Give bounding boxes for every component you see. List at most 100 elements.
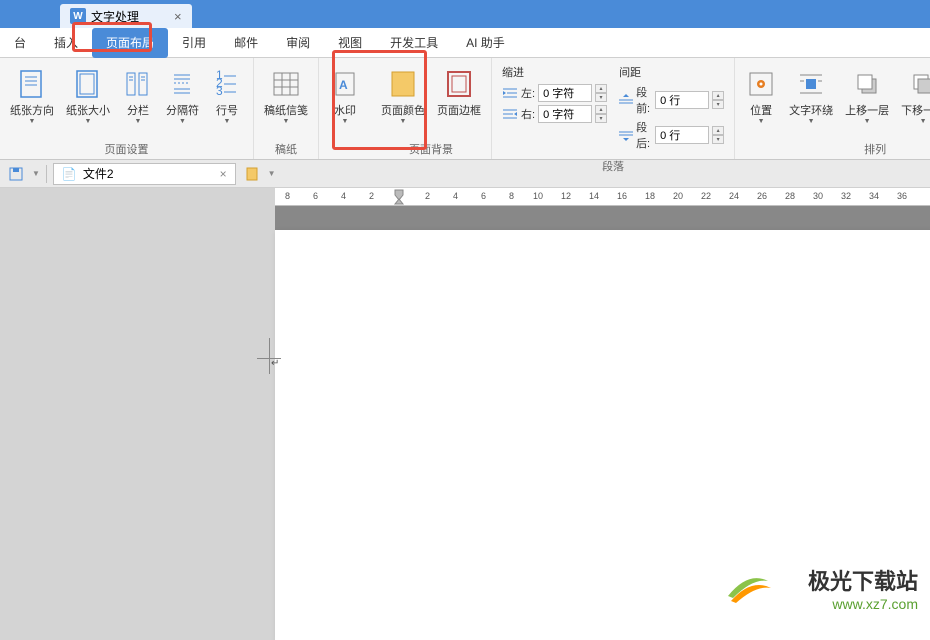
close-tab-icon[interactable]: × [174,9,182,24]
send-backward-button[interactable]: 下移一层 ▼ [897,62,930,127]
indent-left-input[interactable] [538,84,592,102]
manuscript-paper-button[interactable]: 稿纸信笺 ▼ [260,62,312,127]
menu-developer[interactable]: 开发工具 [376,28,452,58]
spin-down[interactable]: ▾ [595,93,607,102]
app-tab-label: 文字处理 [91,8,139,25]
menu-page-layout[interactable]: 页面布局 [92,28,168,58]
watermark-url: www.xz7.com [808,596,918,612]
page-color-icon [389,69,417,99]
ribbon-group-arrange: 位置 ▼ 文字环绕 ▼ 上移一层 ▼ 下移一层 ▼ 选择多个对象 [735,58,930,159]
new-document-button[interactable] [242,164,262,184]
app-tab[interactable]: W 文字处理 × [60,4,192,28]
title-bar: W 文字处理 × [0,0,930,28]
watermark-button[interactable]: A 水印 ▼ [325,62,365,127]
document-area: 8 6 4 2 2 4 6 8 10 12 14 16 18 20 22 24 … [275,188,930,622]
close-tab-icon[interactable]: × [220,167,227,181]
indent-section: 缩进 左: ▴▾ 右: ▴▾ [498,62,611,128]
chevron-down-icon: ▼ [135,118,142,125]
save-button[interactable] [6,164,26,184]
chevron-down-icon: ▼ [179,118,186,125]
chevron-down-icon[interactable]: ▼ [268,169,276,178]
position-button[interactable]: 位置 ▼ [741,62,781,127]
chevron-down-icon: ▼ [85,118,92,125]
menu-bar: 台 插入 页面布局 引用 邮件 审阅 视图 开发工具 AI 助手 [0,28,930,58]
page-background-group-label: 页面背景 [377,139,485,157]
indent-left-icon [502,86,518,100]
breaks-icon [170,69,196,99]
paragraph-group-label: 段落 [498,156,728,174]
ribbon: 纸张方向 ▼ 纸张大小 ▼ 分栏 ▼ 分隔符 [0,58,930,160]
text-wrap-button[interactable]: 文字环绕 ▼ [785,62,837,127]
menu-ai-assistant[interactable]: AI 助手 [452,28,519,58]
bring-forward-icon [854,71,880,97]
columns-icon [125,69,151,99]
workspace: 8 6 4 2 2 4 6 8 10 12 14 16 18 20 22 24 … [0,188,930,622]
spin-up[interactable]: ▴ [712,91,724,100]
indent-right-icon [502,107,518,121]
orientation-button[interactable]: 纸张方向 ▼ [6,62,58,127]
spacing-after-icon [619,128,633,142]
spin-down[interactable]: ▾ [712,100,724,109]
arrange-group-label: 排列 [741,139,930,157]
menu-references[interactable]: 引用 [168,28,220,58]
spin-up[interactable]: ▴ [595,84,607,93]
svg-text:A: A [339,78,348,92]
spacing-after-input[interactable] [655,126,709,144]
word-doc-icon: W [70,8,86,24]
document-tab-label: 文件2 [83,165,114,182]
paper-group-label: 稿纸 [260,139,312,157]
indent-right-input[interactable] [538,105,592,123]
spacing-before-label: 段前: [636,84,652,116]
left-margin-area [0,188,275,622]
menu-home[interactable]: 台 [0,28,40,58]
spin-down[interactable]: ▾ [712,135,724,144]
bring-forward-button[interactable]: 上移一层 ▼ [841,62,893,127]
horizontal-ruler[interactable]: 8 6 4 2 2 4 6 8 10 12 14 16 18 20 22 24 … [275,188,930,206]
page-border-button[interactable]: 页面边框 [433,62,485,120]
spin-up[interactable]: ▴ [712,126,724,135]
chevron-down-icon: ▼ [758,118,765,125]
menu-view[interactable]: 视图 [324,28,376,58]
page-color-button[interactable]: 页面颜色 ▼ [377,62,429,127]
page-size-icon [75,69,101,99]
chevron-down-icon: ▼ [864,118,871,125]
chevron-down-icon: ▼ [224,118,231,125]
menu-review[interactable]: 审阅 [272,28,324,58]
document-toolbar: ▼ 📄 文件2 × ▼ [0,160,930,188]
manuscript-paper-icon [272,69,300,99]
document-tab[interactable]: 📄 文件2 × [53,163,236,185]
chevron-down-icon: ▼ [920,118,927,125]
columns-button[interactable]: 分栏 ▼ [118,62,158,127]
ribbon-group-paper: 稿纸信笺 ▼ 稿纸 [254,58,319,159]
page-border-icon [445,69,473,99]
indent-right-label: 右: [521,106,535,122]
svg-text:3: 3 [216,84,223,98]
watermark-title: 极光下载站 [808,564,918,596]
word-doc-icon: 📄 [62,167,77,181]
site-watermark: 极光下载站 www.xz7.com [808,564,918,612]
spin-down[interactable]: ▾ [595,114,607,123]
line-numbers-button[interactable]: 123 行号 ▼ [207,62,247,127]
chevron-down-icon: ▼ [283,118,290,125]
chevron-down-icon: ▼ [808,118,815,125]
spacing-before-input[interactable] [655,91,709,109]
swoosh-logo-icon [723,566,773,606]
page-size-button[interactable]: 纸张大小 ▼ [62,62,114,127]
ruler-indent-marker[interactable] [393,188,405,206]
indent-title: 缩进 [502,64,607,80]
chevron-down-icon: ▼ [29,118,36,125]
ribbon-group-paragraph: 缩进 左: ▴▾ 右: ▴▾ 间距 段前: [492,58,735,159]
paragraph-mark: ↵ [271,358,277,366]
spacing-after-label: 段后: [636,119,652,151]
page-setup-group-label: 页面设置 [6,139,247,157]
text-wrap-icon [798,71,824,97]
chevron-down-icon[interactable]: ▼ [32,169,40,178]
menu-insert[interactable]: 插入 [40,28,92,58]
spin-up[interactable]: ▴ [595,105,607,114]
position-icon [748,71,774,97]
menu-mailings[interactable]: 邮件 [220,28,272,58]
ribbon-watermark: A 水印 ▼ [319,58,371,159]
breaks-button[interactable]: 分隔符 ▼ [162,62,203,127]
indent-left-label: 左: [521,85,535,101]
ribbon-group-page-setup: 纸张方向 ▼ 纸张大小 ▼ 分栏 ▼ 分隔符 [0,58,254,159]
